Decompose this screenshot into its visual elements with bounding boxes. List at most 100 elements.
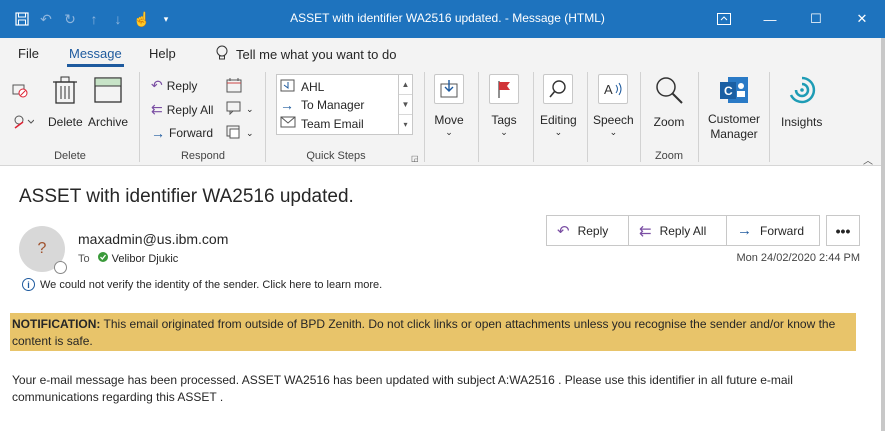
forward-label: Forward bbox=[169, 126, 214, 140]
tab-message[interactable]: Message bbox=[67, 46, 124, 67]
search-icon bbox=[543, 74, 574, 104]
info-icon: i bbox=[22, 278, 35, 291]
forward-icon: → bbox=[151, 125, 165, 141]
lightbulb-icon bbox=[216, 45, 228, 64]
zoom-label: Zoom bbox=[653, 115, 685, 129]
quick-steps-scrollbar[interactable]: ▲ ▼ ▾ bbox=[398, 75, 412, 134]
scroll-up-icon[interactable]: ▲ bbox=[399, 75, 412, 95]
delete-button[interactable]: Delete bbox=[48, 74, 83, 129]
ignore-icon bbox=[12, 82, 28, 101]
trash-icon bbox=[49, 74, 81, 106]
arrow-right-icon: → bbox=[280, 97, 294, 113]
title-bar: ↶ ↻ ↑ ↓ ☝ ▾ ASSET with identifier WA2516… bbox=[0, 0, 885, 38]
tab-file[interactable]: File bbox=[18, 46, 39, 61]
quick-step-label: To Manager bbox=[301, 98, 365, 112]
minimize-button[interactable]: — bbox=[747, 0, 793, 38]
more-respond-button[interactable]: ⌄ bbox=[226, 125, 254, 142]
sender-address[interactable]: maxadmin@us.ibm.com bbox=[78, 231, 228, 247]
recipient-row: To Velibor Djukic bbox=[78, 252, 178, 265]
junk-icon bbox=[12, 114, 35, 133]
sender-verification-notice[interactable]: i We could not verify the identity of th… bbox=[22, 278, 382, 291]
group-divider bbox=[533, 72, 534, 162]
quick-steps-group-label: Quick Steps bbox=[306, 150, 366, 162]
reply-icon: ↶ bbox=[557, 222, 570, 240]
reply-button[interactable]: ↶ Reply bbox=[151, 77, 197, 94]
editing-button[interactable]: Editing ⌄ bbox=[540, 74, 577, 138]
quick-steps-launcher-icon[interactable]: ◲ bbox=[411, 154, 419, 163]
tags-button[interactable]: Tags ⌄ bbox=[489, 74, 519, 138]
read-aloud-icon: A bbox=[598, 74, 629, 104]
zoom-button[interactable]: Zoom bbox=[653, 74, 685, 129]
window-controls: — ☐ ✕ bbox=[701, 0, 885, 38]
ribbon-display-options-icon[interactable] bbox=[701, 0, 747, 38]
tab-help[interactable]: Help bbox=[149, 46, 176, 61]
group-divider bbox=[424, 72, 425, 162]
close-button[interactable]: ✕ bbox=[839, 0, 885, 38]
more-actions-button[interactable]: ••• bbox=[826, 215, 860, 246]
reply-all-button[interactable]: ⇇ Reply All bbox=[151, 101, 213, 118]
customer-manager-label-line1: Customer bbox=[708, 112, 761, 126]
avatar-initial: ? bbox=[37, 240, 47, 257]
presence-indicator bbox=[54, 261, 67, 274]
group-divider bbox=[265, 72, 266, 162]
customer-manager-label-line2: Manager bbox=[710, 127, 758, 141]
delete-label: Delete bbox=[48, 115, 83, 129]
insights-button[interactable]: Insights bbox=[781, 74, 822, 129]
chevron-down-icon: ⌄ bbox=[554, 127, 563, 137]
reply-action-button[interactable]: ↶ Reply bbox=[547, 216, 629, 245]
expand-gallery-icon[interactable]: ▾ bbox=[399, 115, 412, 134]
quick-step-ahl[interactable]: AHL bbox=[280, 78, 324, 95]
chat-icon bbox=[226, 101, 242, 118]
quick-step-label: AHL bbox=[301, 79, 325, 94]
folder-arrow-icon bbox=[280, 78, 296, 95]
move-button[interactable]: Move ⌄ bbox=[434, 74, 464, 138]
svg-text:A: A bbox=[604, 82, 613, 97]
respond-group-label: Respond bbox=[180, 150, 226, 162]
group-divider bbox=[698, 72, 699, 162]
to-label: To bbox=[78, 252, 90, 265]
customer-manager-button[interactable]: C Customer Manager bbox=[708, 74, 760, 142]
quick-step-label: Team Email bbox=[301, 116, 364, 131]
reply-label: Reply bbox=[166, 78, 198, 93]
collapse-ribbon-icon[interactable]: ︿ bbox=[863, 152, 873, 167]
junk-button[interactable] bbox=[12, 114, 35, 133]
customer-manager-icon: C bbox=[718, 74, 750, 106]
quick-step-to-manager[interactable]: → To Manager bbox=[280, 97, 364, 113]
im-button[interactable]: ⌄ bbox=[226, 101, 254, 118]
flag-icon bbox=[489, 74, 519, 104]
chevron-down-icon: ⌄ bbox=[445, 127, 453, 137]
notification-label: NOTIFICATION: bbox=[12, 317, 101, 331]
speech-button[interactable]: A Speech ⌄ bbox=[593, 74, 634, 138]
reply-icon: ↶ bbox=[151, 77, 163, 93]
scroll-down-icon[interactable]: ▼ bbox=[399, 95, 412, 115]
magnifier-icon bbox=[653, 74, 685, 106]
tell-me-search[interactable]: Tell me what you want to do bbox=[216, 45, 396, 64]
group-divider bbox=[139, 72, 140, 162]
maximize-button[interactable]: ☐ bbox=[793, 0, 839, 38]
forward-button[interactable]: → Forward bbox=[151, 125, 213, 141]
external-email-notification: NOTIFICATION: This email originated from… bbox=[10, 313, 856, 351]
archive-button[interactable]: Archive bbox=[88, 74, 128, 129]
meeting-button[interactable] bbox=[226, 77, 242, 96]
tags-label: Tags bbox=[491, 113, 517, 127]
move-label: Move bbox=[434, 113, 464, 127]
reply-action-label: Reply bbox=[577, 223, 609, 238]
message-body: Your e-mail message has been processed. … bbox=[12, 373, 793, 404]
window-edge bbox=[881, 38, 885, 431]
delete-group-label: Delete bbox=[54, 150, 86, 162]
recipient-name: Velibor Djukic bbox=[111, 252, 179, 265]
recipient[interactable]: Velibor Djukic bbox=[97, 252, 179, 265]
quick-step-team-email[interactable]: Team Email bbox=[280, 116, 364, 131]
reply-all-label: Reply All bbox=[166, 102, 214, 117]
forward-action-button[interactable]: → Forward bbox=[727, 216, 819, 245]
reply-all-action-button[interactable]: ⇇ Reply All bbox=[629, 216, 727, 245]
tell-me-text: Tell me what you want to do bbox=[236, 47, 397, 62]
message-date: Mon 24/02/2020 2:44 PM bbox=[736, 252, 860, 264]
insights-label: Insights bbox=[781, 115, 823, 129]
forward-action-label: Forward bbox=[760, 223, 805, 238]
ignore-button[interactable] bbox=[12, 82, 28, 101]
archive-label: Archive bbox=[88, 115, 129, 129]
avatar: ? bbox=[19, 226, 67, 274]
verified-check-icon bbox=[97, 252, 108, 265]
reply-all-icon: ⇇ bbox=[639, 222, 652, 240]
